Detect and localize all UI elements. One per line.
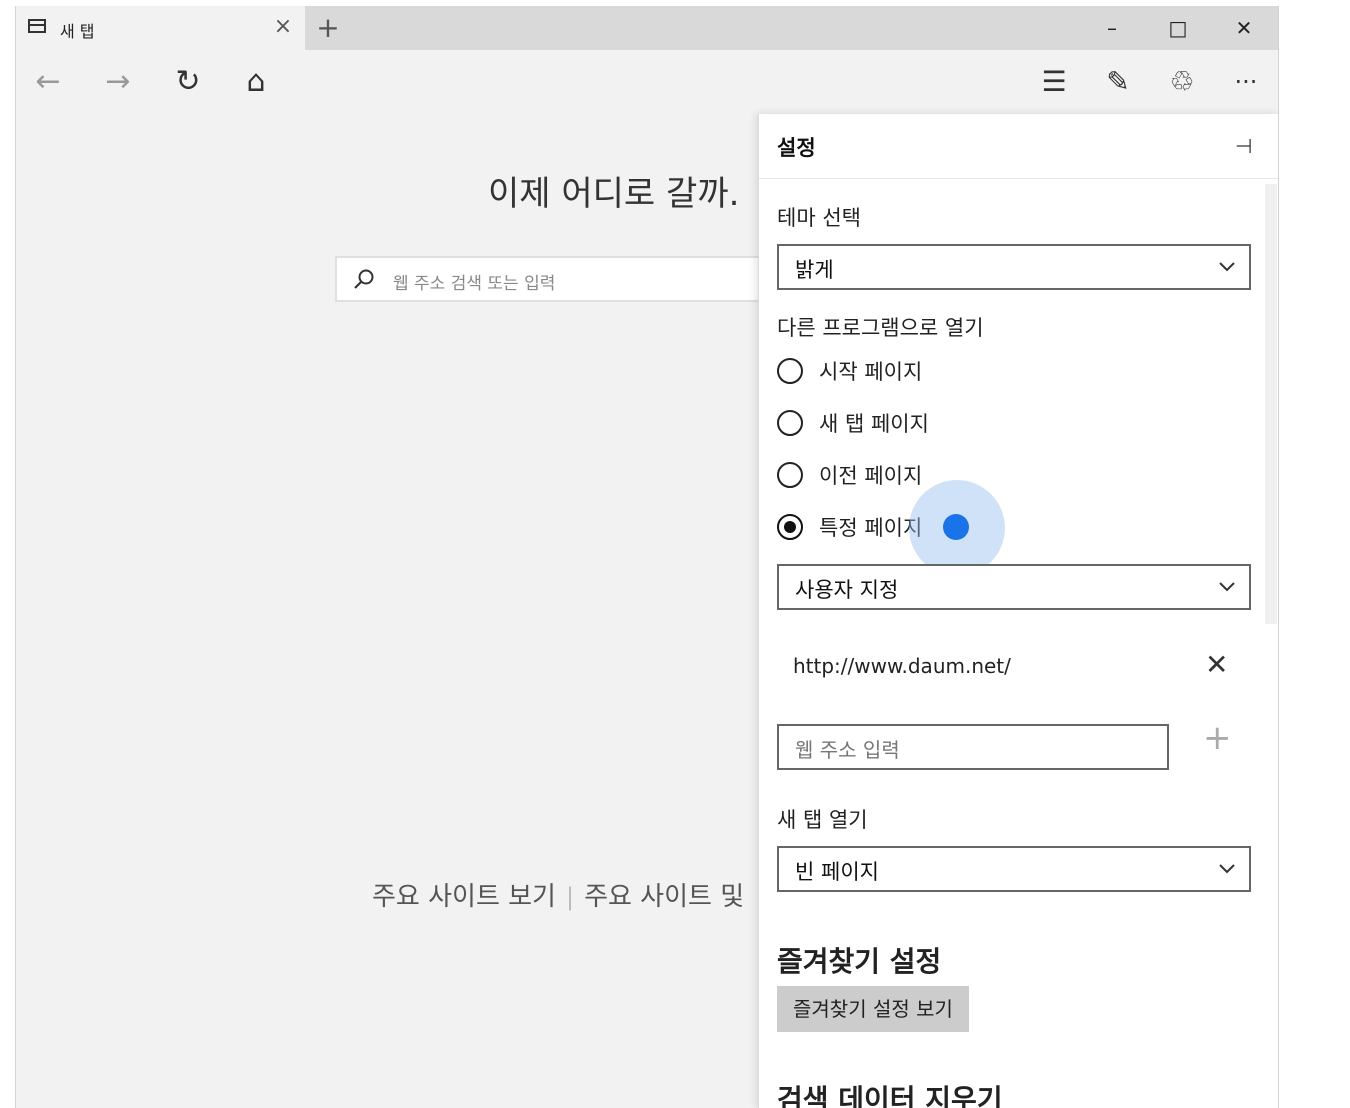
browser-window: 새 탭 × + – □ ✕ ← → ↻ ⌂ ☰ ✎ ♲ ··· 이제 어디로 갈… [15, 6, 1279, 1108]
more-actions-button[interactable]: ··· [1222, 58, 1270, 106]
tab-new-tab[interactable]: 새 탭 × [16, 6, 305, 50]
theme-dropdown[interactable]: 밝게 [777, 244, 1251, 290]
theme-label: 테마 선택 [777, 206, 861, 230]
top-sites-and-link[interactable]: 주요 사이트 및 [584, 882, 744, 912]
title-bar: 새 탭 × + – □ ✕ [16, 6, 1278, 50]
refresh-button[interactable]: ↻ [164, 58, 212, 106]
tab-title: 새 탭 [60, 22, 95, 41]
new-tab-button[interactable]: + [312, 10, 344, 46]
minimize-button[interactable]: – [1092, 10, 1132, 46]
radio-label: 새 탭 페이지 [819, 412, 929, 436]
back-button[interactable]: ← [24, 58, 72, 106]
chevron-down-icon [1219, 262, 1235, 272]
url-input-placeholder: 웹 주소 입력 [795, 738, 900, 762]
touch-cursor-dot [943, 514, 969, 540]
new-tab-open-dropdown[interactable]: 빈 페이지 [777, 846, 1251, 892]
radio-label: 특정 페이지 [819, 516, 923, 540]
favorites-heading: 즐겨찾기 설정 [777, 945, 942, 978]
forward-button[interactable]: → [94, 58, 142, 106]
show-top-sites-link[interactable]: 주요 사이트 보기 [372, 882, 556, 912]
radio-button[interactable] [777, 358, 803, 384]
remove-url-icon[interactable]: ✕ [1205, 648, 1228, 681]
settings-title: 설정 [777, 136, 816, 160]
url-input[interactable]: 웹 주소 입력 [777, 724, 1169, 770]
pin-icon[interactable]: ⊣ [1235, 134, 1252, 158]
home-button[interactable]: ⌂ [232, 58, 280, 106]
hub-button[interactable]: ☰ [1030, 58, 1078, 106]
footer-links: 주요 사이트 보기 | 주요 사이트 및 [372, 876, 744, 913]
search-icon [354, 269, 374, 289]
specific-page-dropdown[interactable]: 사용자 지정 [777, 564, 1251, 610]
radio-button-selected[interactable] [777, 514, 803, 540]
settings-header: 설정 ⊣ [759, 114, 1278, 179]
navigation-bar: ← → ↻ ⌂ ☰ ✎ ♲ ··· [16, 50, 1278, 114]
radio-label: 시작 페이지 [819, 360, 923, 384]
chevron-down-icon [1219, 864, 1235, 874]
footer-separator: | [565, 883, 575, 911]
page-heading: 이제 어디로 갈까. [488, 174, 740, 214]
new-tab-open-label: 새 탭 열기 [777, 808, 868, 832]
radio-button[interactable] [777, 410, 803, 436]
view-favorites-settings-button[interactable]: 즐겨찾기 설정 보기 [777, 986, 969, 1032]
open-with-label: 다른 프로그램으로 열기 [777, 316, 984, 340]
tab-close-icon[interactable]: × [268, 12, 298, 42]
settings-scrollbar[interactable] [1265, 184, 1277, 624]
chevron-down-icon [1219, 582, 1235, 592]
radio-button[interactable] [777, 462, 803, 488]
search-box[interactable]: 웹 주소 검색 또는 입력 [335, 256, 775, 302]
new-tab-open-value: 빈 페이지 [795, 860, 879, 884]
search-placeholder: 웹 주소 검색 또는 입력 [393, 274, 556, 294]
radio-label: 이전 페이지 [819, 464, 923, 488]
web-note-button[interactable]: ✎ [1094, 58, 1142, 106]
clear-data-heading: 검색 데이터 지우기 [777, 1083, 1003, 1108]
theme-value: 밝게 [795, 258, 834, 282]
tab-page-icon [28, 19, 46, 33]
settings-panel: 설정 ⊣ 테마 선택 밝게 다른 프로그램으로 열기 시작 페이지 새 탭 페이… [758, 114, 1278, 1108]
specific-page-value: 사용자 지정 [795, 578, 899, 602]
share-button[interactable]: ♲ [1158, 58, 1206, 106]
close-window-button[interactable]: ✕ [1224, 10, 1264, 46]
add-url-icon[interactable]: + [1203, 718, 1232, 758]
maximize-button[interactable]: □ [1158, 10, 1198, 46]
url-entry: http://www.daum.net/ [793, 654, 1011, 678]
